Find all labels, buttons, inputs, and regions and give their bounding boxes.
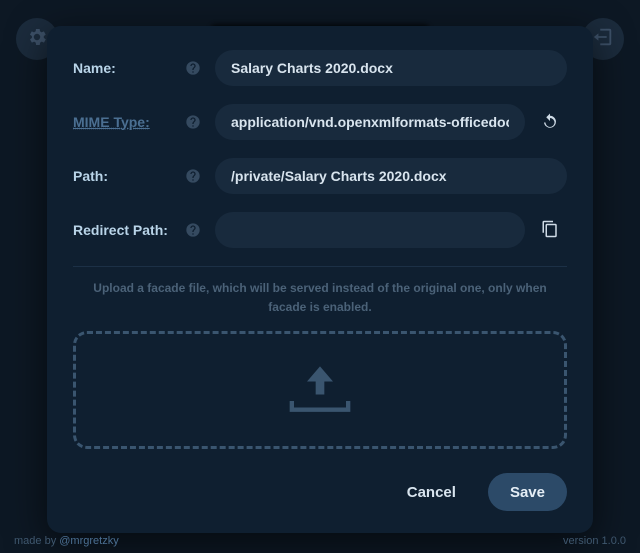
help-icon[interactable] (185, 222, 201, 238)
save-button[interactable]: Save (488, 473, 567, 511)
name-label-box: Name: (73, 60, 201, 76)
mime-label-box: MIME Type: (73, 114, 201, 130)
divider (73, 266, 567, 267)
mime-input[interactable] (215, 104, 525, 140)
redirect-copy-button[interactable] (533, 213, 567, 247)
copy-icon (541, 220, 559, 241)
redirect-label: Redirect Path: (73, 222, 168, 238)
path-input[interactable] (215, 158, 567, 194)
footer-credit: made by @mrgretzky (14, 535, 119, 547)
footer-version: version 1.0.0 (563, 535, 626, 547)
redirect-label-box: Redirect Path: (73, 222, 201, 238)
cancel-button[interactable]: Cancel (385, 473, 478, 511)
button-row: Cancel Save (73, 473, 567, 511)
help-icon[interactable] (185, 60, 201, 76)
footer: made by @mrgretzky version 1.0.0 (0, 529, 640, 553)
undo-icon (541, 112, 559, 133)
mime-row: MIME Type: (73, 104, 567, 140)
help-icon[interactable] (185, 114, 201, 130)
name-input[interactable] (215, 50, 567, 86)
name-row: Name: (73, 50, 567, 86)
mime-label-link[interactable]: MIME Type: (73, 114, 150, 130)
path-label-box: Path: (73, 168, 201, 184)
redirect-input[interactable] (215, 212, 525, 248)
help-icon[interactable] (185, 168, 201, 184)
edit-file-modal: Name: MIME Type: Path: (47, 26, 593, 533)
upload-dropzone[interactable] (73, 331, 567, 449)
logout-icon (592, 26, 614, 53)
name-label: Name: (73, 60, 116, 76)
redirect-row: Redirect Path: (73, 212, 567, 248)
mime-reset-button[interactable] (533, 105, 567, 139)
facade-help-text: Upload a facade file, which will be serv… (73, 279, 567, 317)
footer-made-prefix: made by (14, 535, 59, 547)
path-label: Path: (73, 168, 108, 184)
upload-icon (284, 362, 356, 419)
footer-author-link[interactable]: @mrgretzky (59, 535, 118, 547)
gear-icon (26, 26, 48, 53)
path-row: Path: (73, 158, 567, 194)
